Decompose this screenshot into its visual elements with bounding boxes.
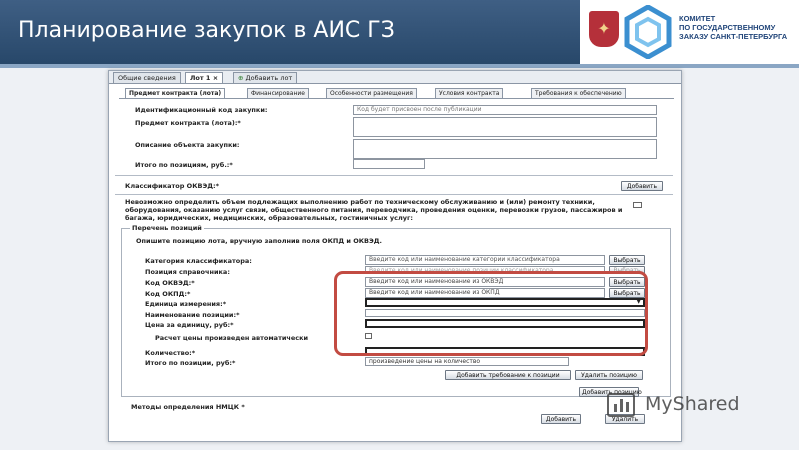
quantity-label: Количество:*: [145, 349, 196, 357]
tab-add-lot-label: Добавить лот: [245, 74, 293, 82]
add-method-button[interactable]: Добавить: [541, 414, 581, 424]
committee-logo: ✦ КОМИТЕТ ПО ГОСУДАРСТВЕННОМУ ЗАКАЗУ САН…: [580, 0, 799, 64]
top-tabs: Общие сведения Лот 1 × ⊕ Добавить лот: [109, 71, 681, 84]
position-name-label: Наименование позиции:*: [145, 311, 240, 319]
sub-tabs: Предмет контракта (лота) Финансирование …: [119, 88, 674, 99]
category-label: Категория классификатора:: [145, 257, 252, 265]
positions-instruction: Опишите позицию лота, вручную заполнив п…: [136, 237, 383, 245]
tab-contract-terms[interactable]: Условия контракта: [435, 88, 504, 98]
tab-contract-subject[interactable]: Предмет контракта (лота): [125, 88, 226, 98]
service-volume-notice: Невозможно определить объем подлежащих в…: [125, 198, 623, 222]
nmck-methods-label: Методы определения НМЦК *: [131, 403, 245, 411]
header-divider: [0, 64, 799, 68]
bar-chart-icon: [607, 393, 635, 417]
procurement-id-field: Код будет присвоен после публикации: [353, 105, 657, 115]
tab-lot-1-label: Лот 1: [190, 74, 211, 82]
okved-code-label: Код ОКВЭД:*: [145, 279, 195, 287]
logo-line-3: ЗАКАЗУ САНКТ-ПЕТЕРБУРГА: [679, 32, 788, 41]
tab-add-lot[interactable]: ⊕ Добавить лот: [233, 72, 298, 83]
okved-classifier-label: Классификатор ОКВЭД:*: [125, 182, 220, 190]
logo-line-1: КОМИТЕТ: [679, 14, 716, 23]
select-category-button[interactable]: Выбрать: [609, 255, 645, 265]
tab-placement-features[interactable]: Особенности размещения: [326, 88, 417, 98]
delete-position-button[interactable]: Удалить позицию: [575, 370, 643, 380]
description-field[interactable]: [353, 139, 657, 159]
procurement-id-label: Идентификационный код закупки:: [135, 106, 268, 114]
tab-general-info[interactable]: Общие сведения: [113, 72, 181, 83]
total-positions-field[interactable]: [353, 159, 425, 169]
unit-price-label: Цена за единицу, руб:*: [145, 321, 234, 329]
divider: [115, 194, 673, 195]
contract-subject-field[interactable]: [353, 117, 657, 137]
tab-lot-1[interactable]: Лот 1 ×: [185, 72, 224, 83]
contract-subject-label: Предмет контракта (лота):*: [135, 119, 241, 127]
hexagon-logo-icon: [624, 5, 672, 59]
reference-label: Позиция справочника:: [145, 268, 230, 276]
positions-legend: Перечень позиций: [130, 224, 204, 232]
total-positions-label: Итого по позициям, руб.:*: [135, 161, 233, 169]
plus-icon: ⊕: [238, 74, 244, 82]
auto-calc-label: Расчет цены произведен автоматически: [155, 334, 309, 342]
close-icon[interactable]: ×: [213, 74, 218, 82]
tab-financing[interactable]: Финансирование: [247, 88, 309, 98]
add-okved-button[interactable]: Добавить: [621, 181, 663, 191]
service-volume-checkbox[interactable]: [633, 202, 642, 208]
unit-label: Единица измерения:*: [145, 300, 227, 308]
watermark-text: MyShared: [645, 393, 740, 415]
add-requirement-button[interactable]: Добавить требование к позиции: [445, 370, 571, 380]
logo-line-2: ПО ГОСУДАРСТВЕННОМУ: [679, 23, 776, 32]
divider: [115, 175, 673, 176]
position-total-label: Итого по позиции, руб:*: [145, 359, 236, 367]
description-label: Описание объекта закупки:: [135, 141, 240, 149]
committee-name: КОМИТЕТ ПО ГОСУДАРСТВЕННОМУ ЗАКАЗУ САНКТ…: [679, 14, 787, 41]
category-field[interactable]: Введите код или наименование категории к…: [365, 255, 605, 265]
position-total-field: произведение цены на количество: [365, 357, 569, 366]
tab-security-requirements[interactable]: Требования к обеспечению: [531, 88, 626, 98]
highlight-annotation: [334, 271, 648, 356]
ais-gz-form-window: Общие сведения Лот 1 × ⊕ Добавить лот Пр…: [108, 70, 682, 442]
slide-header: Планирование закупок в АИС ГЗ ✦ КОМИТЕТ …: [0, 0, 799, 68]
okpd-code-label: Код ОКПД:*: [145, 290, 191, 298]
slide-title: Планирование закупок в АИС ГЗ: [18, 18, 395, 43]
spb-crest-icon: ✦: [589, 11, 619, 47]
